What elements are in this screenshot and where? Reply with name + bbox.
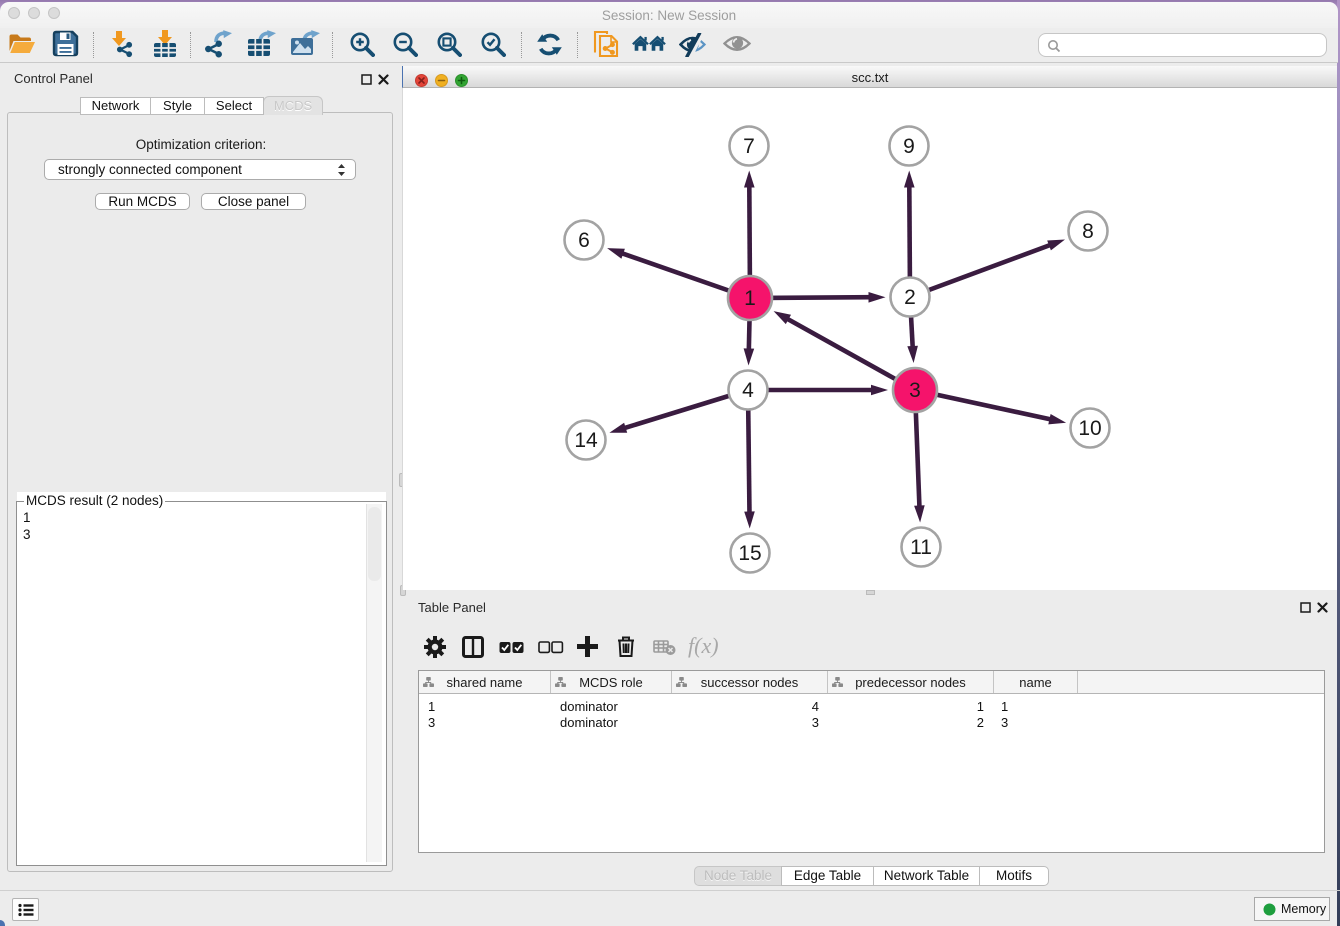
svg-text:3: 3 xyxy=(909,379,921,402)
svg-text:14: 14 xyxy=(574,429,598,452)
svg-text:2: 2 xyxy=(904,286,916,309)
svg-text:1: 1 xyxy=(744,287,756,310)
svg-text:10: 10 xyxy=(1078,417,1101,440)
svg-text:15: 15 xyxy=(738,542,761,565)
svg-text:6: 6 xyxy=(578,229,590,252)
svg-text:7: 7 xyxy=(743,135,755,158)
svg-text:9: 9 xyxy=(903,135,915,158)
svg-text:4: 4 xyxy=(742,379,754,402)
svg-text:8: 8 xyxy=(1082,220,1094,243)
svg-text:11: 11 xyxy=(910,536,932,559)
